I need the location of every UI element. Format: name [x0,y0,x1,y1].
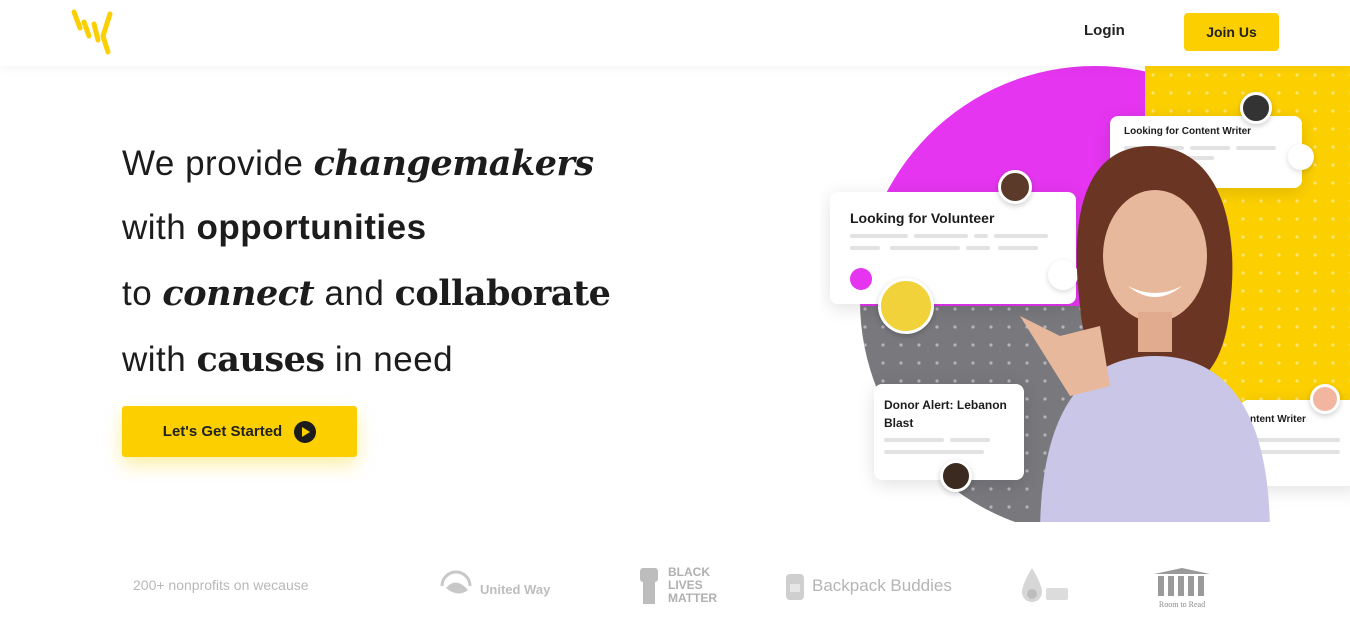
united-way-icon [440,570,472,594]
partners-label: 200+ nonprofits on wecause [133,577,309,593]
hero-text: to [122,274,163,313]
placeholder-line [850,246,880,250]
hero-line-3: to connect and collaborate [122,273,611,314]
hero-text: with [122,208,197,247]
partner-room-to-read[interactable]: Room to Read [1152,566,1212,609]
partner-black-lives-matter[interactable]: BLACK LIVES MATTER [638,564,718,606]
placeholder-line [950,438,990,442]
fist-icon [640,568,658,604]
hero-emphasis: connect [162,273,315,314]
card-title: Looking for Volunteer [850,210,995,226]
hero-emphasis: causes [196,339,325,380]
partner-name: Backpack Buddies [812,576,952,595]
hero-text: in need [324,340,454,379]
hero-emphasis: changemakers [313,143,595,184]
avatar [878,278,934,334]
placeholder-line [914,234,968,238]
hero-line-4: with causes in need [122,339,453,380]
partner-united-way[interactable]: United Way [438,566,550,602]
avatar [1240,92,1272,124]
partner-name: United Way [480,581,551,597]
backpack-icon [786,574,804,600]
avatar [940,460,972,492]
join-us-button[interactable]: Join Us [1184,13,1279,51]
partner-water[interactable] [1020,564,1070,606]
partner-backpack-buddies[interactable]: Backpack Buddies [784,570,952,602]
card-title: Donor Alert: Lebanon Blast [884,398,1007,430]
woman-photo [1020,146,1270,522]
placeholder-line [974,234,988,238]
partner-name: BLACK LIVES MATTER [668,564,718,605]
placeholder-line [890,246,960,250]
placeholder-line [884,450,984,454]
partner-name: Room to Read [1158,600,1206,609]
hero-line-2: with opportunities [122,208,427,248]
hero-line-1: We provide changemakers [122,143,594,184]
get-started-label: Let's Get Started [162,423,283,440]
wecause-logo-icon[interactable] [70,8,116,56]
get-started-button[interactable]: Let's Get Started [122,406,357,457]
hero-text: with [122,340,197,379]
placeholder-line [850,234,908,238]
books-icon [1154,568,1210,596]
water-drop-icon [1022,568,1068,602]
site-header: Login Join Us [0,0,1350,66]
hero-emphasis: opportunities [196,208,427,247]
hero-text: and [314,274,395,313]
hero-illustration: Looking for Content Writer Looking for V… [820,66,1350,522]
placeholder-line [884,438,944,442]
status-dot [850,268,872,290]
hero-emphasis: collaborate [394,273,611,314]
play-icon [294,420,317,443]
placeholder-line [966,246,990,250]
hero-text: We provide [122,144,314,183]
login-link[interactable]: Login [1084,22,1125,39]
